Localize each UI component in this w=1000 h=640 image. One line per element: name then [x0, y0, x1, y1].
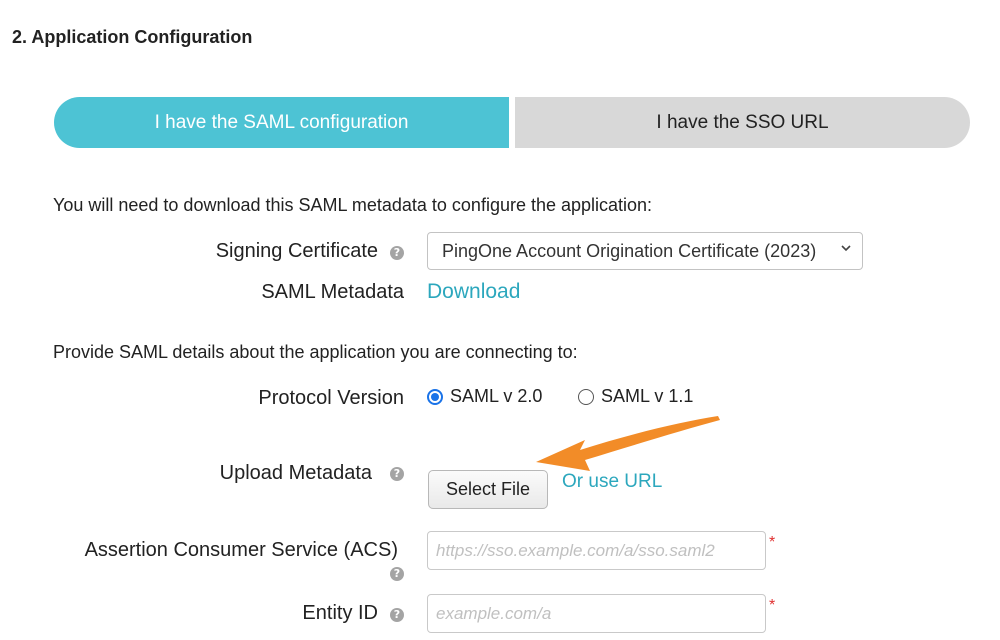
radio-saml-v1-label: SAML v 1.1: [601, 386, 694, 406]
signing-certificate-selected-value: PingOne Account Origination Certificate …: [442, 240, 817, 261]
radio-saml-v2-label: SAML v 2.0: [450, 386, 543, 406]
signing-certificate-label: Signing Certificate: [215, 240, 378, 262]
tab-saml-configuration[interactable]: I have the SAML configuration: [54, 97, 509, 148]
acs-help-icon[interactable]: ?: [390, 567, 404, 581]
chevron-down-icon: [841, 245, 851, 252]
download-link[interactable]: Download: [427, 280, 520, 304]
acs-required-mark: *: [769, 534, 776, 551]
entity-id-input[interactable]: [427, 594, 766, 633]
radio-saml-v1[interactable]: SAML v 1.1: [578, 386, 693, 407]
tab-sso-url[interactable]: I have the SSO URL: [515, 97, 970, 148]
saml-metadata-label: SAML Metadata: [261, 281, 404, 303]
entity-id-label: Entity ID: [302, 602, 378, 624]
acs-label: Assertion Consumer Service (ACS): [84, 539, 398, 561]
signing-certificate-help-icon[interactable]: ?: [390, 246, 404, 260]
entity-id-help-icon[interactable]: ?: [390, 608, 404, 622]
tab-saml-configuration-label: I have the SAML configuration: [154, 111, 409, 133]
acs-input[interactable]: [427, 531, 766, 570]
radio-saml-v2-indicator[interactable]: [427, 388, 443, 405]
upload-metadata-label: Upload Metadata: [219, 462, 372, 484]
section-title: 2. Application Configuration: [12, 27, 253, 47]
entity-id-required-mark: *: [769, 597, 776, 614]
use-url-link[interactable]: Or use URL: [562, 471, 662, 493]
protocol-version-label: Protocol Version: [258, 387, 404, 409]
select-file-button[interactable]: Select File: [428, 470, 548, 509]
download-intro-text: You will need to download this SAML meta…: [53, 195, 653, 215]
upload-metadata-help-icon[interactable]: ?: [390, 467, 404, 481]
tab-sso-url-label: I have the SSO URL: [656, 111, 829, 133]
details-intro-text: Provide SAML details about the applicati…: [53, 342, 578, 362]
annotation-arrow-icon: [536, 416, 720, 471]
radio-saml-v2[interactable]: SAML v 2.0: [427, 386, 542, 407]
signing-certificate-select[interactable]: PingOne Account Origination Certificate …: [427, 232, 863, 270]
radio-saml-v1-indicator[interactable]: [578, 388, 594, 405]
